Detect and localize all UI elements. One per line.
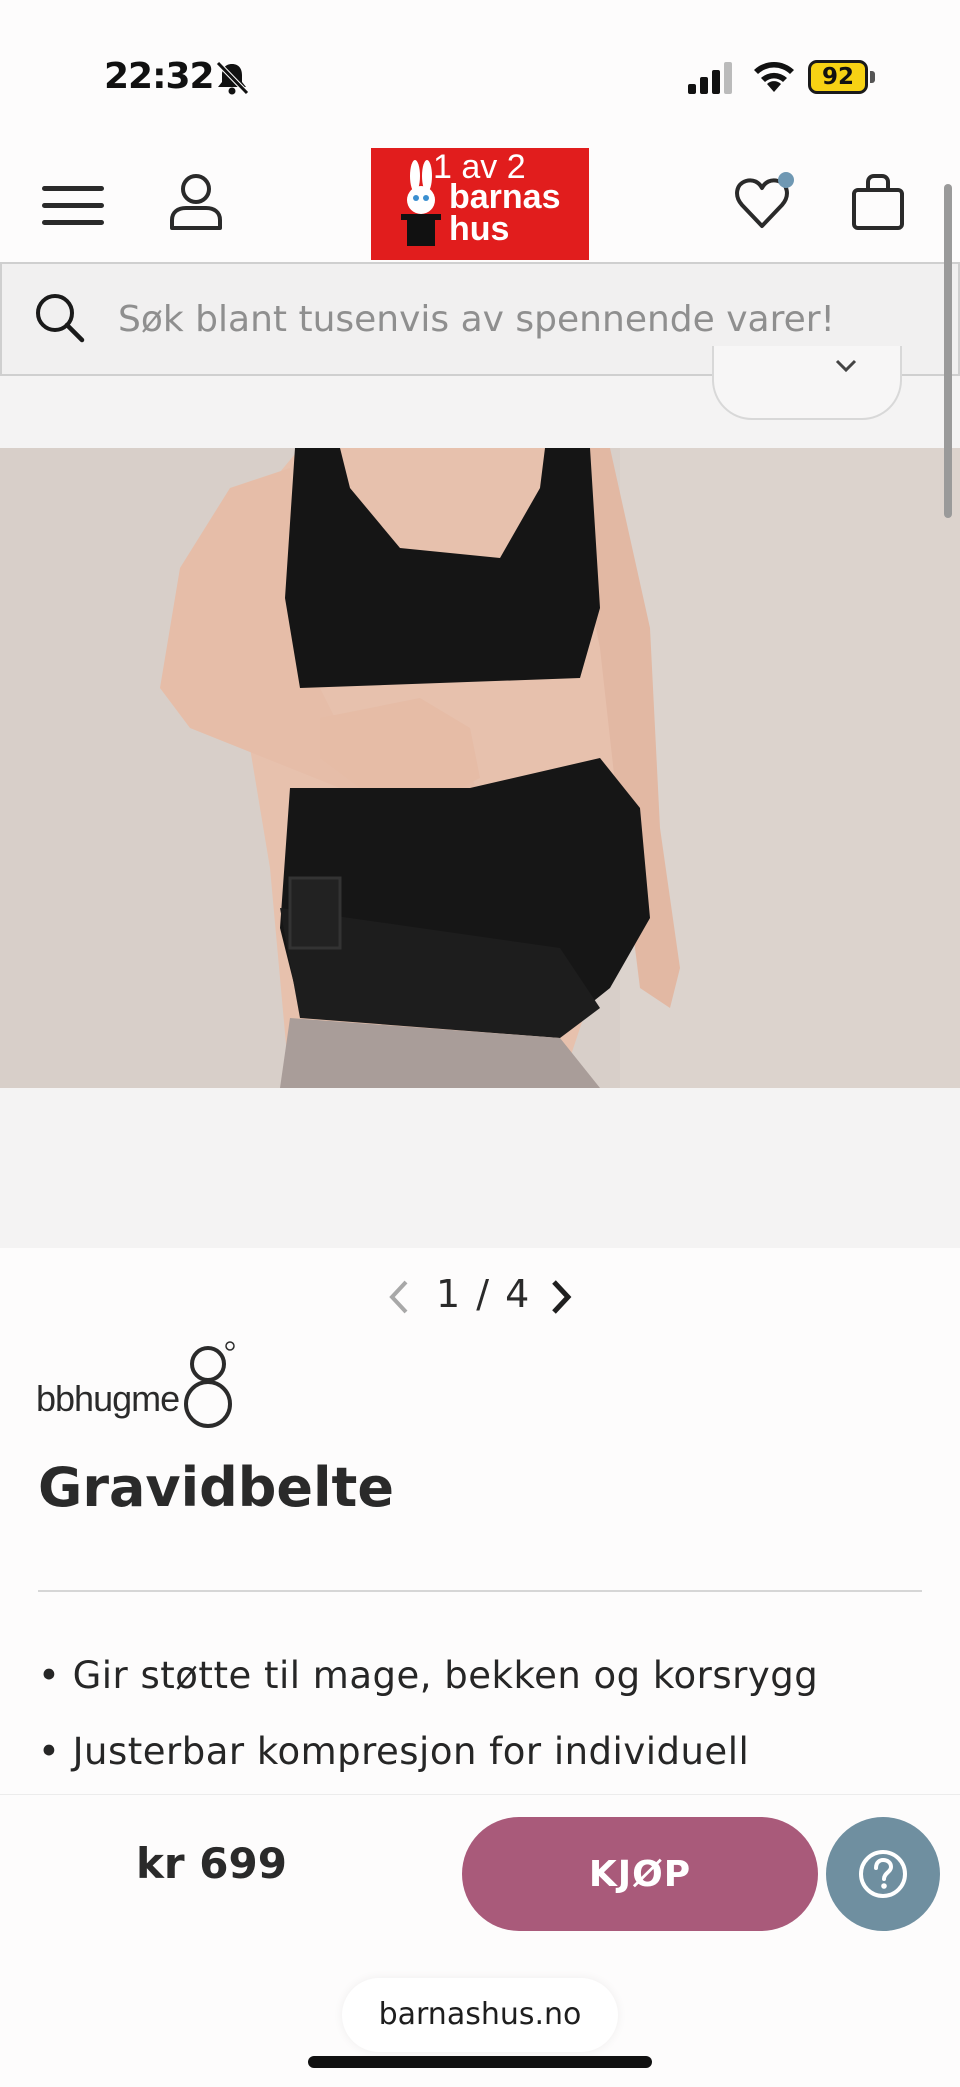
question-circle-icon — [859, 1850, 907, 1898]
chevron-left-icon[interactable] — [384, 1278, 414, 1316]
help-button[interactable] — [826, 1817, 940, 1931]
feature-bullet: • Gir støtte til mage, bekken og korsryg… — [38, 1654, 819, 1697]
battery-level: 92 — [821, 64, 854, 90]
status-bar: 22:32 92 — [0, 0, 960, 150]
wishlist-badge-dot — [778, 172, 794, 188]
cellular-signal-icon — [688, 62, 732, 94]
product-image[interactable] — [0, 448, 960, 1088]
status-time: 22:32 — [104, 56, 215, 97]
bell-slash-icon — [216, 61, 249, 95]
buy-bar: kr 699 KJØP — [0, 1794, 960, 1940]
pager-count: 1 / 4 — [436, 1272, 532, 1316]
logo-text-line3: hus — [449, 210, 510, 248]
wifi-icon — [754, 62, 794, 92]
search-icon — [36, 294, 85, 343]
brand-name: bbhugme — [36, 1378, 180, 1419]
menu-icon[interactable] — [42, 182, 104, 230]
brand-logo[interactable]: bbhugme — [36, 1340, 246, 1432]
chevron-down-icon — [835, 359, 857, 373]
home-indicator[interactable] — [308, 2056, 652, 2068]
feature-bullet: • Justerbar kompresjon for individuell — [38, 1730, 750, 1773]
browser-address-pill[interactable]: barnashus.no — [342, 1978, 618, 2052]
product-price: kr 699 — [136, 1839, 287, 1888]
search-input[interactable] — [118, 286, 918, 352]
battery-indicator: 92 — [808, 60, 875, 94]
variant-select[interactable] — [712, 346, 902, 420]
shopping-bag-icon[interactable] — [850, 172, 906, 232]
brand-eight-mark-icon — [184, 1341, 235, 1428]
product-gallery — [0, 346, 960, 1248]
product-title: Gravidbelte — [38, 1456, 394, 1519]
divider — [38, 1590, 922, 1592]
gallery-pager: 1 / 4 — [0, 1270, 960, 1320]
site-header: 1 av 2 barnas hus — [0, 146, 960, 262]
heart-icon[interactable] — [734, 172, 796, 232]
scrollbar[interactable] — [944, 184, 952, 518]
buy-button[interactable]: KJØP — [462, 1817, 818, 1931]
account-icon[interactable] — [168, 172, 224, 232]
chevron-right-icon[interactable] — [546, 1278, 576, 1316]
store-logo[interactable]: 1 av 2 barnas hus — [371, 148, 589, 260]
